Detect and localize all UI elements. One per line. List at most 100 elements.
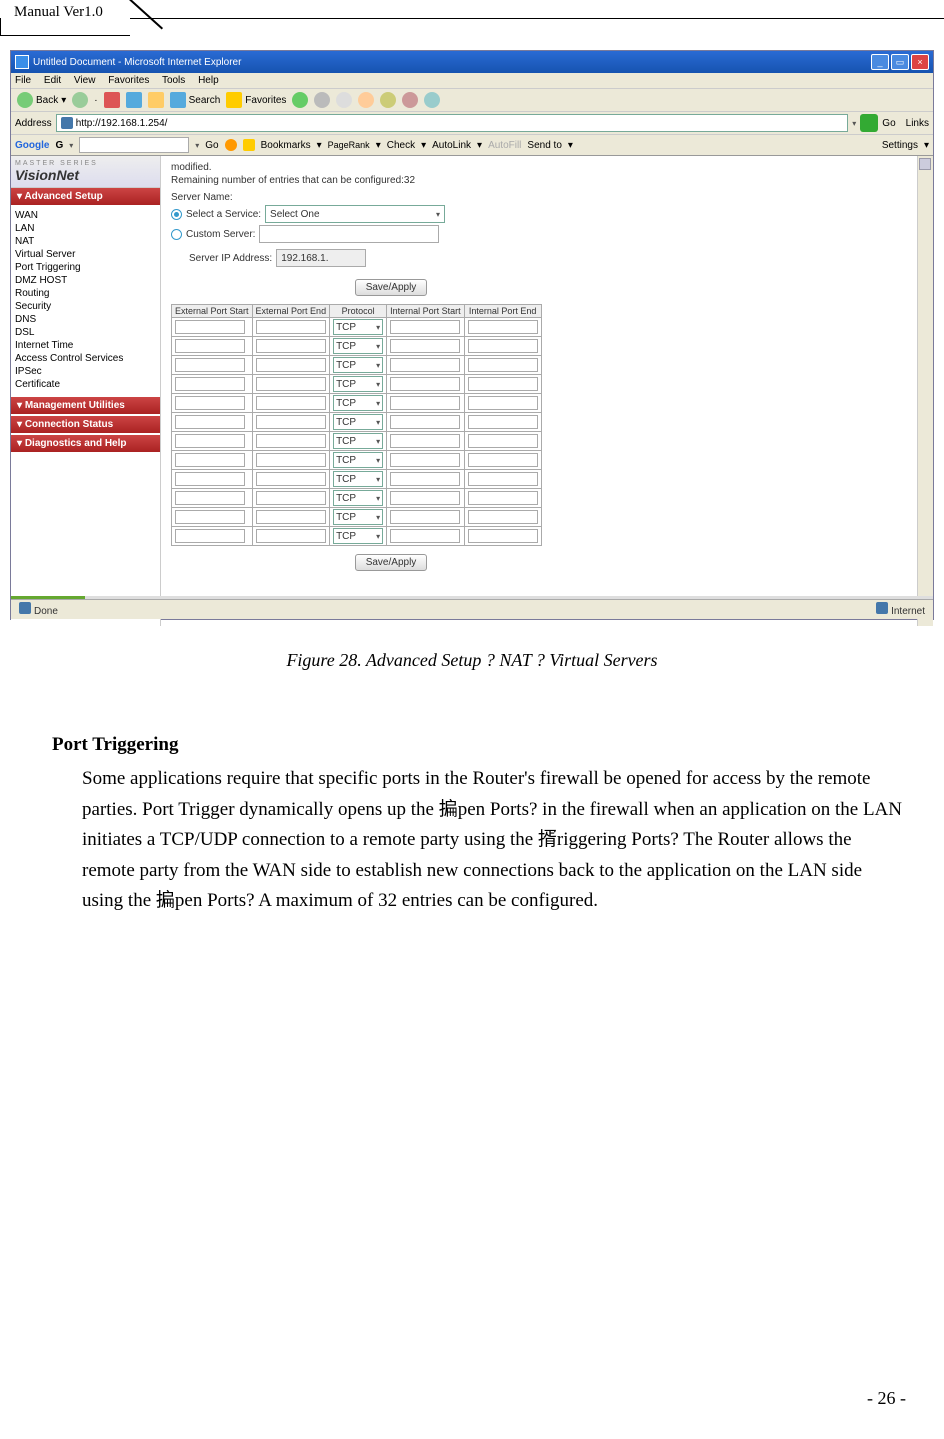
address-dropdown[interactable]: ▾ [852, 119, 856, 128]
nav-routing[interactable]: Routing [15, 287, 156, 300]
protocol-select[interactable]: TCP▾ [333, 528, 383, 544]
google-check[interactable]: Check [387, 140, 415, 151]
save-apply-top[interactable]: Save/Apply [355, 279, 428, 296]
mail-button[interactable] [314, 92, 330, 108]
protocol-select[interactable]: TCP▾ [333, 319, 383, 335]
google-bookmarks-icon[interactable] [243, 139, 255, 151]
google-bookmarks[interactable]: Bookmarks [261, 140, 311, 151]
google-icon-1[interactable] [225, 139, 237, 151]
ext-end-input[interactable] [256, 510, 326, 524]
ext-end-input[interactable] [256, 358, 326, 372]
ext-end-input[interactable] [256, 434, 326, 448]
menu-tools[interactable]: Tools [162, 75, 185, 86]
int-start-input[interactable] [390, 339, 460, 353]
custom-server-input[interactable] [259, 225, 439, 243]
int-end-input[interactable] [468, 377, 538, 391]
print-button[interactable] [336, 92, 352, 108]
ext-start-input[interactable] [175, 320, 245, 334]
protocol-select[interactable]: TCP▾ [333, 490, 383, 506]
section-advanced-setup[interactable]: ▾ Advanced Setup [11, 188, 160, 205]
int-end-input[interactable] [468, 510, 538, 524]
menu-file[interactable]: File [15, 75, 31, 86]
section-diagnostics[interactable]: ▾ Diagnostics and Help [11, 435, 160, 452]
radio-select-service[interactable] [171, 209, 182, 220]
int-end-input[interactable] [468, 396, 538, 410]
nav-certificate[interactable]: Certificate [15, 378, 156, 391]
ext-end-input[interactable] [256, 339, 326, 353]
search-button[interactable]: Search [170, 92, 221, 108]
google-search-input[interactable] [79, 137, 189, 153]
nav-internet-time[interactable]: Internet Time [15, 339, 156, 352]
google-pagerank[interactable]: PageRank [328, 140, 370, 150]
maximize-button[interactable]: ▭ [891, 54, 909, 70]
section-management[interactable]: ▾ Management Utilities [11, 397, 160, 414]
ext-start-input[interactable] [175, 434, 245, 448]
ext-start-input[interactable] [175, 510, 245, 524]
extra-button-1[interactable] [380, 92, 396, 108]
history-button[interactable] [292, 92, 308, 108]
nav-dsl[interactable]: DSL [15, 326, 156, 339]
scroll-up-icon[interactable] [919, 158, 931, 170]
int-start-input[interactable] [390, 491, 460, 505]
back-button[interactable]: Back ▾ [17, 92, 66, 108]
ext-end-input[interactable] [256, 472, 326, 486]
int-end-input[interactable] [468, 320, 538, 334]
ext-start-input[interactable] [175, 453, 245, 467]
google-go[interactable]: Go [205, 140, 218, 151]
menu-edit[interactable]: Edit [44, 75, 61, 86]
server-ip-input[interactable]: 192.168.1. [276, 249, 366, 267]
ext-end-input[interactable] [256, 491, 326, 505]
int-end-input[interactable] [468, 339, 538, 353]
nav-dns[interactable]: DNS [15, 313, 156, 326]
radio-custom-server[interactable] [171, 229, 182, 240]
nav-dmz-host[interactable]: DMZ HOST [15, 274, 156, 287]
protocol-select[interactable]: TCP▾ [333, 395, 383, 411]
ext-start-input[interactable] [175, 491, 245, 505]
ext-start-input[interactable] [175, 415, 245, 429]
protocol-select[interactable]: TCP▾ [333, 414, 383, 430]
google-settings[interactable]: Settings [882, 140, 918, 151]
ext-start-input[interactable] [175, 339, 245, 353]
nav-security[interactable]: Security [15, 300, 156, 313]
ext-start-input[interactable] [175, 377, 245, 391]
ext-end-input[interactable] [256, 415, 326, 429]
ext-end-input[interactable] [256, 377, 326, 391]
int-start-input[interactable] [390, 434, 460, 448]
int-start-input[interactable] [390, 510, 460, 524]
go-button[interactable] [860, 114, 878, 132]
ext-start-input[interactable] [175, 472, 245, 486]
ext-end-input[interactable] [256, 529, 326, 543]
stop-button[interactable] [104, 92, 120, 108]
section-connection-status[interactable]: ▾ Connection Status [11, 416, 160, 433]
protocol-select[interactable]: TCP▾ [333, 509, 383, 525]
refresh-button[interactable] [126, 92, 142, 108]
minimize-button[interactable]: _ [871, 54, 889, 70]
scrollbar[interactable] [917, 156, 933, 626]
int-end-input[interactable] [468, 358, 538, 372]
int-start-input[interactable] [390, 358, 460, 372]
edit-button[interactable] [358, 92, 374, 108]
ext-start-input[interactable] [175, 358, 245, 372]
google-autolink[interactable]: AutoLink [432, 140, 471, 151]
protocol-select[interactable]: TCP▾ [333, 471, 383, 487]
nav-nat[interactable]: NAT [15, 235, 156, 248]
home-button[interactable] [148, 92, 164, 108]
int-end-input[interactable] [468, 491, 538, 505]
protocol-select[interactable]: TCP▾ [333, 452, 383, 468]
nav-ipsec[interactable]: IPSec [15, 365, 156, 378]
ext-end-input[interactable] [256, 320, 326, 334]
protocol-select[interactable]: TCP▾ [333, 376, 383, 392]
ext-start-input[interactable] [175, 529, 245, 543]
nav-access-control[interactable]: Access Control Services [15, 352, 156, 365]
int-end-input[interactable] [468, 472, 538, 486]
int-start-input[interactable] [390, 529, 460, 543]
extra-button-2[interactable] [402, 92, 418, 108]
google-autofill[interactable]: AutoFill [488, 140, 521, 151]
forward-button[interactable] [72, 92, 88, 108]
favorites-button[interactable]: Favorites [226, 92, 286, 108]
nav-lan[interactable]: LAN [15, 222, 156, 235]
links-label[interactable]: Links [906, 118, 929, 129]
ext-end-input[interactable] [256, 396, 326, 410]
extra-button-3[interactable] [424, 92, 440, 108]
nav-port-triggering[interactable]: Port Triggering [15, 261, 156, 274]
